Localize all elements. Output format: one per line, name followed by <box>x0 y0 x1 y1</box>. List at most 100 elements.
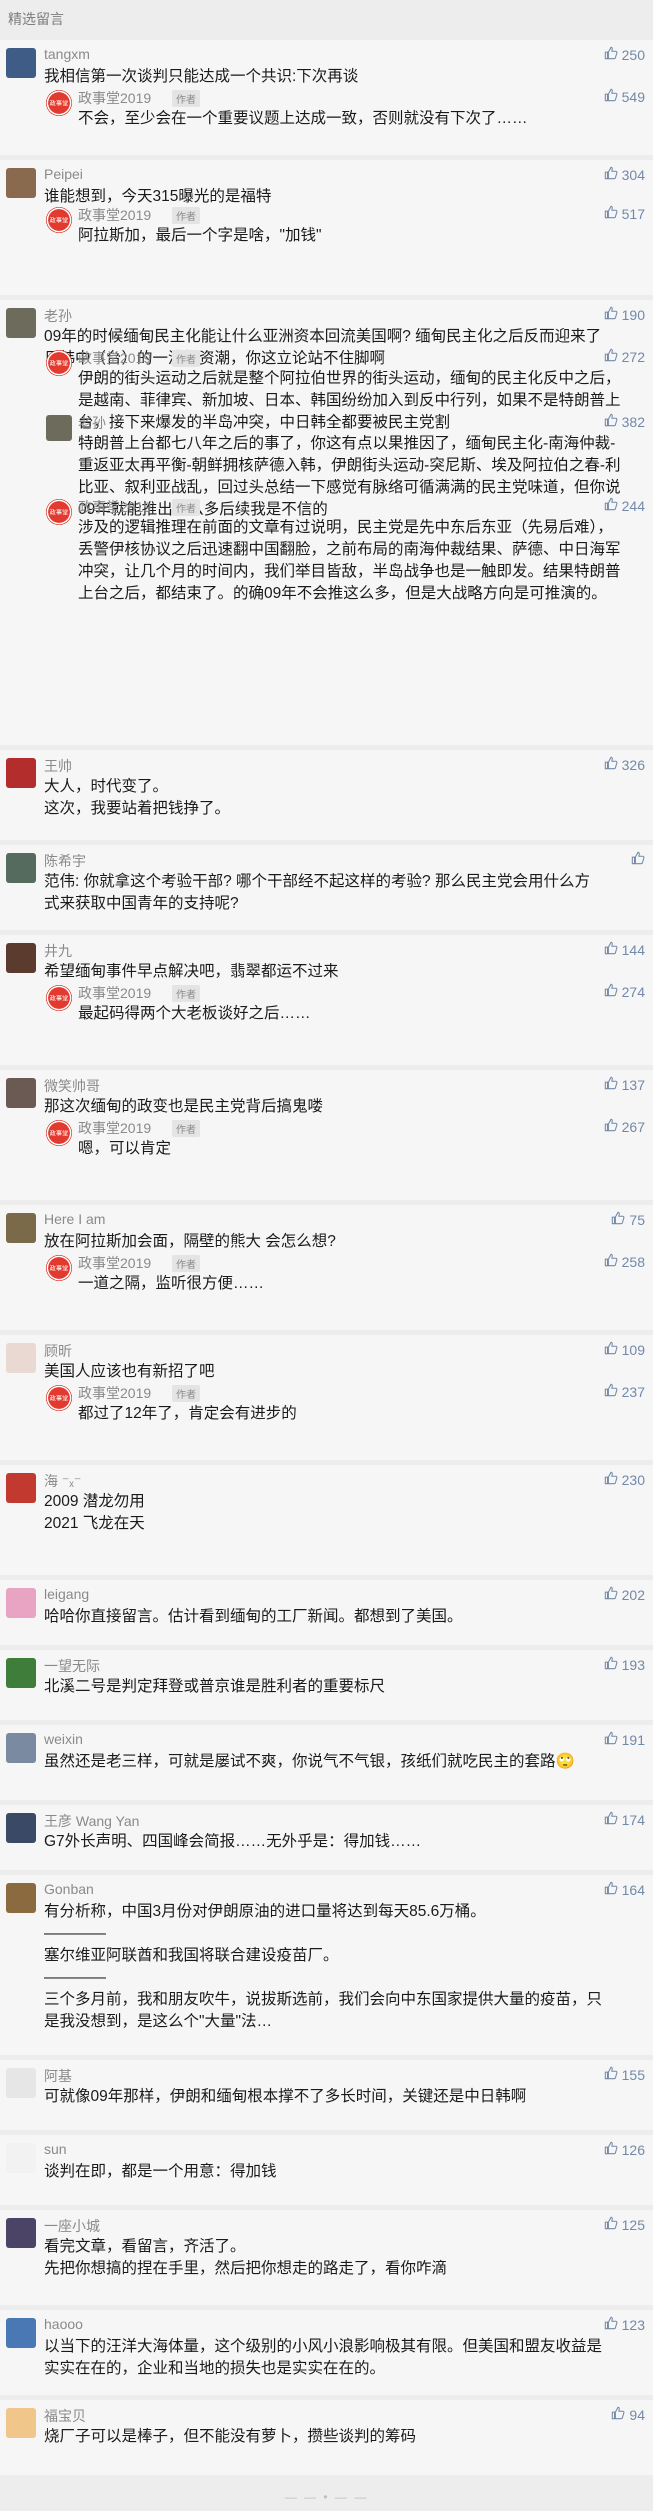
thumbs-up-icon <box>611 2406 625 2423</box>
comment-card: haooo 123 以当下的汪洋大海体量，这个级别的小风小浪影响极其有限。但美国和盟… <box>0 2310 653 2395</box>
like-button[interactable]: 137 <box>604 1076 645 1093</box>
comment-nickname: weixin <box>44 1731 83 1747</box>
like-button[interactable]: 94 <box>611 2406 645 2423</box>
author-avatar[interactable]: 政事堂 <box>46 1385 72 1411</box>
avatar[interactable] <box>6 1473 36 1503</box>
thumbs-up-icon <box>604 1881 618 1898</box>
like-count: 75 <box>629 1211 645 1228</box>
author-avatar[interactable]: 政事堂 <box>46 350 72 376</box>
avatar[interactable] <box>6 308 36 338</box>
author-avatar[interactable]: 政事堂 <box>46 207 72 233</box>
comment-card: 井九 144 希望缅甸事件早点解决吧，翡翠都运不过来 政事堂 政事堂2019 作者 274 最… <box>0 935 653 1065</box>
author-avatar[interactable]: 政事堂 <box>46 90 72 116</box>
thumbs-up-icon <box>604 1731 618 1748</box>
like-button[interactable]: 109 <box>604 1341 645 1358</box>
thumbs-up-icon <box>604 1253 618 1270</box>
reply-nickname: 老孙 <box>78 415 106 431</box>
like-count: 137 <box>621 1076 645 1093</box>
comment-card: 福宝贝 94 烧厂子可以是棒子，但不能没有萝卜，攒些谈判的筹码 <box>0 2400 653 2475</box>
like-button[interactable]: 125 <box>604 2216 645 2233</box>
comment-card: tangxm 250 我相信第一次谈判只能达成一个共识:下次再谈 政事堂 政事堂2019… <box>0 40 653 155</box>
like-button[interactable]: 250 <box>604 46 645 63</box>
avatar[interactable] <box>6 1343 36 1373</box>
like-button[interactable]: 191 <box>604 1731 645 1748</box>
comment-nickname: Here I am <box>44 1211 106 1227</box>
like-button[interactable]: 272 <box>604 348 645 365</box>
like-button[interactable]: 230 <box>604 1471 645 1488</box>
like-button[interactable]: 517 <box>604 205 645 222</box>
like-button[interactable]: 144 <box>604 941 645 958</box>
like-button[interactable]: 75 <box>611 1211 645 1228</box>
comment-nickname: sun <box>44 2141 67 2157</box>
avatar[interactable] <box>6 1078 36 1108</box>
avatar[interactable] <box>6 1883 36 1913</box>
comment-card: 一座小城 125 看完文章，看留言，齐活了。 先把你想搞的捏在手里，然后把你想走的路… <box>0 2210 653 2305</box>
avatar[interactable] <box>6 2318 36 2348</box>
avatar[interactable] <box>6 2218 36 2248</box>
avatar[interactable] <box>6 1733 36 1763</box>
like-button[interactable]: 164 <box>604 1881 645 1898</box>
thumbs-up-icon <box>631 851 645 868</box>
author-avatar[interactable]: 政事堂 <box>46 985 72 1011</box>
comment-card: 王彦 Wang Yan 174 G7外长声明、四国峰会简报……无外乎是：得加钱…… <box>0 1805 653 1870</box>
like-button[interactable]: 258 <box>604 1253 645 1270</box>
avatar[interactable] <box>6 1213 36 1243</box>
like-button[interactable]: 190 <box>604 306 645 323</box>
thumbs-up-icon <box>604 1656 618 1673</box>
avatar[interactable] <box>6 2408 36 2438</box>
avatar[interactable] <box>6 943 36 973</box>
like-button[interactable]: 237 <box>604 1383 645 1400</box>
avatar[interactable] <box>6 1813 36 1843</box>
thumbs-up-icon <box>604 2141 618 2158</box>
like-count: 274 <box>621 983 645 1000</box>
like-button[interactable]: 202 <box>604 1586 645 1603</box>
avatar[interactable] <box>6 758 36 788</box>
like-button[interactable] <box>631 851 645 868</box>
comment-card: 陈希宇 范伟: 你就拿这个考验干部? 哪个干部经不起这样的考验? 那么民主党会用什… <box>0 845 653 930</box>
like-count: 125 <box>621 2216 645 2233</box>
like-button[interactable]: 244 <box>604 497 645 514</box>
like-button[interactable]: 267 <box>604 1118 645 1135</box>
avatar[interactable] <box>6 168 36 198</box>
like-button[interactable]: 174 <box>604 1811 645 1828</box>
like-count: 244 <box>621 497 645 514</box>
reply-text: 一道之隔，监听很方便…… <box>78 1275 265 1292</box>
thumbs-up-icon <box>604 1811 618 1828</box>
avatar[interactable] <box>6 48 36 78</box>
comment-nickname: 一望无际 <box>44 1658 100 1674</box>
avatar[interactable] <box>6 2068 36 2098</box>
avatar[interactable] <box>46 415 72 441</box>
comment-text: 范伟: 你就拿这个考验干部? 哪个干部经不起这样的考验? 那么民主党会用什么方式… <box>44 873 590 912</box>
avatar[interactable] <box>6 853 36 883</box>
comment-card: leigang 202 哈哈你直接留言。估计看到缅甸的工厂新闻。都想到了美国。 <box>0 1580 653 1645</box>
like-button[interactable]: 193 <box>604 1656 645 1673</box>
author-badge: 作者 <box>172 90 200 107</box>
like-button[interactable]: 126 <box>604 2141 645 2158</box>
like-button[interactable]: 304 <box>604 166 645 183</box>
like-button[interactable]: 274 <box>604 983 645 1000</box>
avatar[interactable] <box>6 1658 36 1688</box>
like-button[interactable]: 123 <box>604 2316 645 2333</box>
like-button[interactable]: 155 <box>604 2066 645 2083</box>
author-avatar[interactable]: 政事堂 <box>46 499 72 525</box>
comment-text: 我相信第一次谈判只能达成一个共识:下次再谈 <box>44 68 359 85</box>
avatar[interactable] <box>6 2143 36 2173</box>
like-button[interactable]: 382 <box>604 413 645 430</box>
comment-text: 美国人应该也有新招了吧 <box>44 1363 215 1380</box>
thumbs-up-icon <box>604 205 618 222</box>
author-avatar[interactable]: 政事堂 <box>46 1120 72 1146</box>
author-avatar[interactable]: 政事堂 <box>46 1255 72 1281</box>
author-badge: 作者 <box>172 1385 200 1402</box>
thumbs-up-icon <box>604 166 618 183</box>
avatar[interactable] <box>6 1588 36 1618</box>
author-avatar-label: 政事堂 <box>49 1129 69 1137</box>
like-button[interactable]: 549 <box>604 88 645 105</box>
reply-nickname: 政事堂2019 <box>78 207 152 223</box>
reply-text: 嗯，可以肯定 <box>78 1140 172 1157</box>
like-button[interactable]: 326 <box>604 756 645 773</box>
comment-card: Peipei 304 谁能想到，今天315曝光的是福特 政事堂 政事堂2019 作者 517… <box>0 160 653 295</box>
comment-card: sun 126 谈判在即，都是一个用意：得加钱 <box>0 2135 653 2205</box>
comment-card: 王帅 326 大人，时代变了。 这次，我要站着把钱挣了。 <box>0 750 653 840</box>
comment-text: 2009 潜龙勿用 2021 飞龙在天 <box>44 1493 145 1532</box>
reply-text: 阿拉斯加，最后一个字是啥，"加钱" <box>78 227 322 244</box>
